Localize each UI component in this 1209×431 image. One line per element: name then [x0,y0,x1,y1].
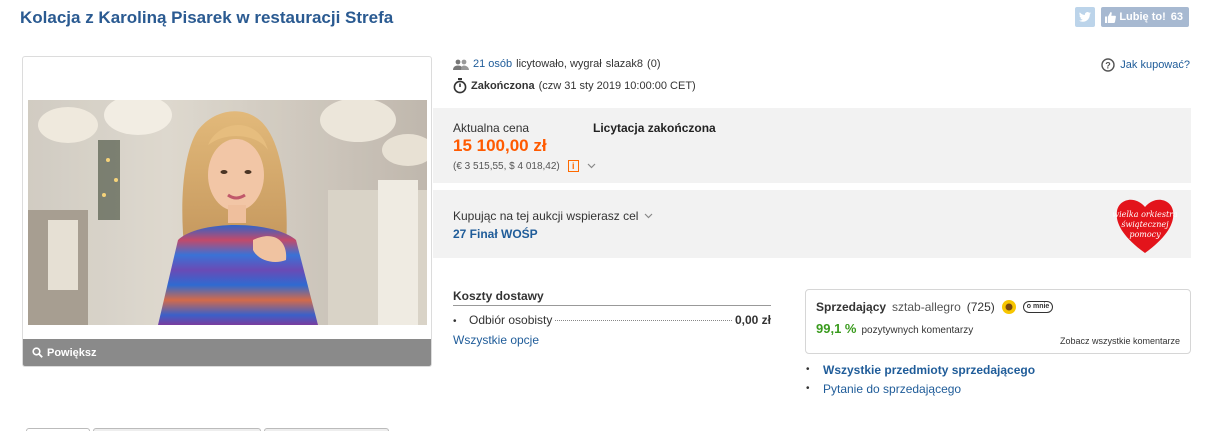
image-gallery: Powiększ [22,56,432,367]
info-icon[interactable]: i [567,160,579,172]
social-buttons: Lubię to! 63 [1075,7,1189,27]
charity-row[interactable]: Kupując na tej aukcji wspierasz cel [453,209,653,223]
charity-box: Kupując na tej aukcji wspierasz cel 27 F… [433,190,1191,258]
status-date: (czw 31 sty 2019 10:00:00 CET) [538,80,696,92]
zoom-label: Powiększ [47,346,97,359]
seller-label: Sprzedający [816,300,887,314]
chevron-down-icon[interactable] [587,163,596,169]
winner-rating: (0) [647,58,661,70]
page-title: Kolacja z Karoliną Pisarek w restauracji… [20,8,394,27]
super-seller-sun-icon [1001,300,1016,314]
shipping-option-name: Odbiór osobisty [469,313,553,327]
bullet: • [806,364,810,375]
chevron-down-icon [645,213,653,219]
positive-text: pozytywnych komentarzy [861,325,974,336]
all-shipping-options-link[interactable]: Wszystkie opcje [453,333,539,347]
bullet: • [453,316,457,327]
seller-links: • Wszystkie przedmioty sprzedającego • P… [805,360,1035,398]
zoom-button[interactable]: Powiększ [23,339,431,366]
list-item: • Pytanie do sprzedającego [805,379,1035,398]
how-to-buy-link[interactable]: ? Jak kupować? [1101,58,1190,72]
seller-rating: (725) [966,300,995,314]
help-icon: ? [1101,58,1115,72]
all-seller-items-link[interactable]: Wszystkie przedmioty sprzedającego [823,363,1035,377]
magnifier-icon [32,347,43,358]
seller-box: Sprzedający sztab-allegro (725) o mnie 9… [805,289,1191,354]
positive-percent: 99,1 % [816,321,857,336]
status-row: Zakończona (czw 31 sty 2019 10:00:00 CET… [453,78,696,94]
leader-dots [555,320,732,321]
converted-row: (€ 3 515,55, $ 4 018,42) i [453,160,596,172]
like-label: Lubię to! [1119,11,1166,23]
svg-text:pomocy: pomocy [1129,230,1161,239]
charity-goal[interactable]: 27 Finał WOŚP [453,227,538,241]
shipping-option-row: • Odbiór osobisty 0,00 zł [453,313,771,327]
twitter-icon [1079,12,1092,22]
seller-row: Sprzedający sztab-allegro (725) o mnie [816,299,1054,315]
thumbs-up-icon [1105,11,1117,23]
how-to-buy-label[interactable]: Jak kupować? [1120,59,1190,71]
bidders-row: 21 osób licytowało, wygrał slazak8 (0) [453,58,661,70]
bidders-link[interactable]: 21 osób [473,58,512,70]
like-button[interactable]: Lubię to! 63 [1101,7,1189,27]
bullet: • [806,383,810,394]
bidders-text: licytowało, wygrał [516,58,602,70]
shipping-option-price: 0,00 zł [734,313,771,327]
status-label: Zakończona [471,80,535,92]
svg-text:świątecznej: świątecznej [1121,220,1169,229]
twitter-button[interactable] [1075,7,1096,27]
seller-name[interactable]: sztab-allegro [892,300,961,314]
like-count: 63 [1170,11,1183,23]
converted-price: (€ 3 515,55, $ 4 018,42) [453,160,560,172]
shipping-heading: Koszty dostawy [453,289,771,306]
price-value: 15 100,00 zł [453,136,547,155]
price-label: Aktualna cena [453,121,530,135]
users-icon [453,59,469,70]
wosp-heart-logo: wielka orkiestra świątecznej pomocy [1112,193,1178,255]
product-photo[interactable] [28,100,427,325]
auction-status: Licytacja zakończona [593,121,716,135]
price-box: Aktualna cena 15 100,00 zł (€ 3 515,55, … [433,108,1191,183]
list-item: • Wszystkie przedmioty sprzedającego [805,360,1035,379]
all-comments-link[interactable]: Zobacz wszystkie komentarze [1060,336,1180,346]
charity-text: Kupując na tej aukcji wspierasz cel [453,209,639,223]
svg-text:?: ? [1106,61,1112,71]
ask-seller-link[interactable]: Pytanie do sprzedającego [823,382,961,396]
winner-name[interactable]: slazak8 [606,58,643,70]
svg-text:wielka orkiestra: wielka orkiestra [1113,210,1177,219]
about-me-badge[interactable]: o mnie [1022,301,1054,313]
stopwatch-icon [453,78,467,94]
positive-row: 99,1 % pozytywnych komentarzy [816,321,973,336]
